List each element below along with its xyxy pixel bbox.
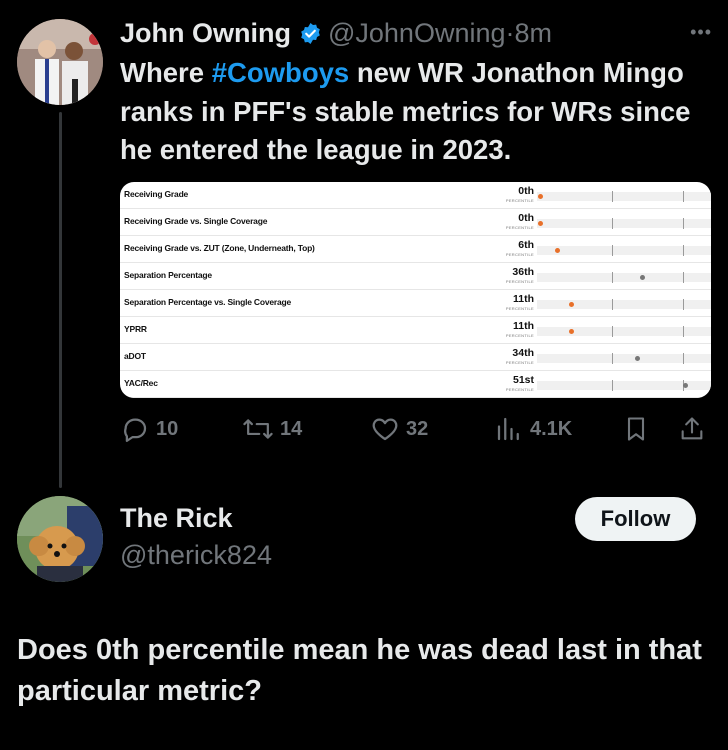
percentile-gridline — [611, 353, 613, 364]
reply-author-avatar[interactable] — [17, 496, 103, 582]
percentile-gridline — [683, 353, 684, 364]
percentile-caption: PERCENTILE — [505, 360, 534, 365]
share-icon — [681, 417, 703, 440]
percentile-gridline — [683, 191, 684, 202]
percentile-track — [537, 245, 711, 256]
percentile-caption: PERCENTILE — [505, 198, 534, 203]
percentile-gridline — [683, 326, 684, 337]
percentile-gridline — [683, 245, 684, 256]
percentile-caption: PERCENTILE — [505, 279, 534, 284]
percentile-caption: PERCENTILE — [505, 387, 534, 392]
percentile-dot — [640, 275, 646, 280]
percentile-gridline — [611, 380, 613, 391]
percentile-gridline — [611, 299, 613, 310]
metric-label: Separation Percentage vs. Single Coverag… — [124, 297, 292, 307]
percentile-dot — [537, 221, 543, 226]
percentile-dot — [554, 248, 560, 253]
percentile-gridline — [683, 218, 684, 229]
percentile-value: 0th — [518, 185, 534, 197]
like-count: 32 — [406, 417, 429, 440]
repost-button[interactable]: 14 — [242, 414, 302, 444]
metric-row: Separation Percentage vs. Single Coverag… — [120, 290, 711, 317]
repost-count: 14 — [280, 417, 303, 440]
reply-button[interactable]: 10 — [120, 414, 178, 444]
like-button[interactable]: 32 — [370, 414, 428, 444]
percentile-caption: PERCENTILE — [505, 225, 534, 230]
views-count: 4.1K — [530, 417, 573, 440]
percentile-gridline — [683, 299, 684, 310]
post-text: Where #Cowboys new WR Jonathon Mingo ran… — [120, 54, 716, 170]
metric-row: Receiving Grade vs. ZUT (Zone, Underneat… — [120, 236, 711, 263]
bookmark-button[interactable] — [622, 414, 650, 444]
post-time[interactable]: 8m — [515, 18, 553, 49]
reply-author-name[interactable]: The Rick — [120, 503, 233, 534]
percentile-track — [537, 326, 711, 337]
views-button[interactable]: 4.1K — [494, 414, 572, 444]
follow-button[interactable]: Follow — [575, 497, 696, 541]
thread-connector-line — [59, 112, 62, 488]
metric-label: Receiving Grade vs. ZUT (Zone, Underneat… — [124, 243, 315, 253]
percentile-gridline — [611, 218, 613, 229]
percentile-value: 0th — [518, 212, 534, 224]
percentile-gridline — [611, 245, 613, 256]
reply-count: 10 — [156, 417, 179, 440]
repost-icon — [243, 419, 273, 439]
percentile-gridline — [611, 191, 613, 202]
percentile-track — [537, 272, 711, 283]
percentile-caption: PERCENTILE — [505, 306, 534, 311]
metric-row: aDOT 34th PERCENTILE — [120, 344, 711, 371]
author-avatar[interactable] — [17, 19, 103, 105]
verified-badge-icon — [299, 22, 322, 45]
percentile-gridline — [683, 272, 684, 283]
percentile-track — [537, 353, 711, 364]
original-post[interactable]: John Owning @JohnOwning · 8m ••• Where #… — [120, 14, 716, 170]
percentile-dot — [568, 302, 574, 307]
percentile-track — [537, 380, 711, 391]
metric-label: Separation Percentage — [124, 270, 212, 280]
metric-row: Receiving Grade 0th PERCENTILE — [120, 182, 711, 209]
views-icon — [497, 417, 519, 441]
percentile-dot — [568, 329, 574, 334]
percentile-value: 51st — [512, 374, 534, 386]
reply-icon — [124, 418, 147, 442]
share-button[interactable] — [678, 414, 706, 444]
percentile-value: 34th — [512, 347, 534, 359]
percentile-dot — [537, 194, 543, 199]
metric-label: aDOT — [124, 351, 146, 361]
author-handle[interactable]: @JohnOwning — [328, 18, 506, 49]
percentile-track — [537, 218, 711, 229]
percentile-value: 11th — [512, 293, 534, 305]
percentile-value: 11th — [512, 320, 534, 332]
ellipsis-icon[interactable]: ••• — [690, 22, 712, 43]
percentile-dot — [683, 383, 689, 388]
percentile-value: 36th — [512, 266, 534, 278]
percentile-gridline — [611, 272, 613, 283]
metric-label: Receiving Grade vs. Single Coverage — [124, 216, 268, 226]
metric-label: YPRR — [124, 324, 147, 334]
percentile-caption: PERCENTILE — [505, 333, 534, 338]
metric-row: YPRR 11th PERCENTILE — [120, 317, 711, 344]
metric-row: YAC/Rec 51st PERCENTILE — [120, 371, 711, 398]
metric-row: Receiving Grade vs. Single Coverage 0th PE… — [120, 209, 711, 236]
percentile-track — [537, 191, 711, 202]
metric-label: Receiving Grade — [124, 189, 189, 199]
separator-dot: · — [505, 17, 515, 48]
heart-icon — [372, 418, 398, 441]
percentile-value: 6th — [518, 239, 534, 251]
reply-author-handle[interactable]: @therick824 — [120, 540, 272, 571]
author-name[interactable]: John Owning — [120, 18, 291, 49]
percentile-caption: PERCENTILE — [505, 252, 534, 257]
bookmark-icon — [627, 417, 645, 441]
post-action-bar: 10 14 32 4.1K — [120, 414, 716, 448]
percentile-gridline — [611, 326, 613, 337]
hashtag-link[interactable]: #Cowboys — [212, 57, 350, 88]
reply-text: Does 0th percentile mean he was dead las… — [17, 634, 702, 707]
percentile-track — [537, 299, 711, 310]
percentile-chart-image[interactable]: Receiving Grade 0th PERCENTILE Receiving Gr… — [120, 182, 711, 398]
metric-label: YAC/Rec — [124, 378, 158, 388]
metric-row: Separation Percentage 36th PERCENTILE — [120, 263, 711, 290]
percentile-dot — [634, 356, 640, 361]
post-text-start: Where — [120, 57, 212, 88]
